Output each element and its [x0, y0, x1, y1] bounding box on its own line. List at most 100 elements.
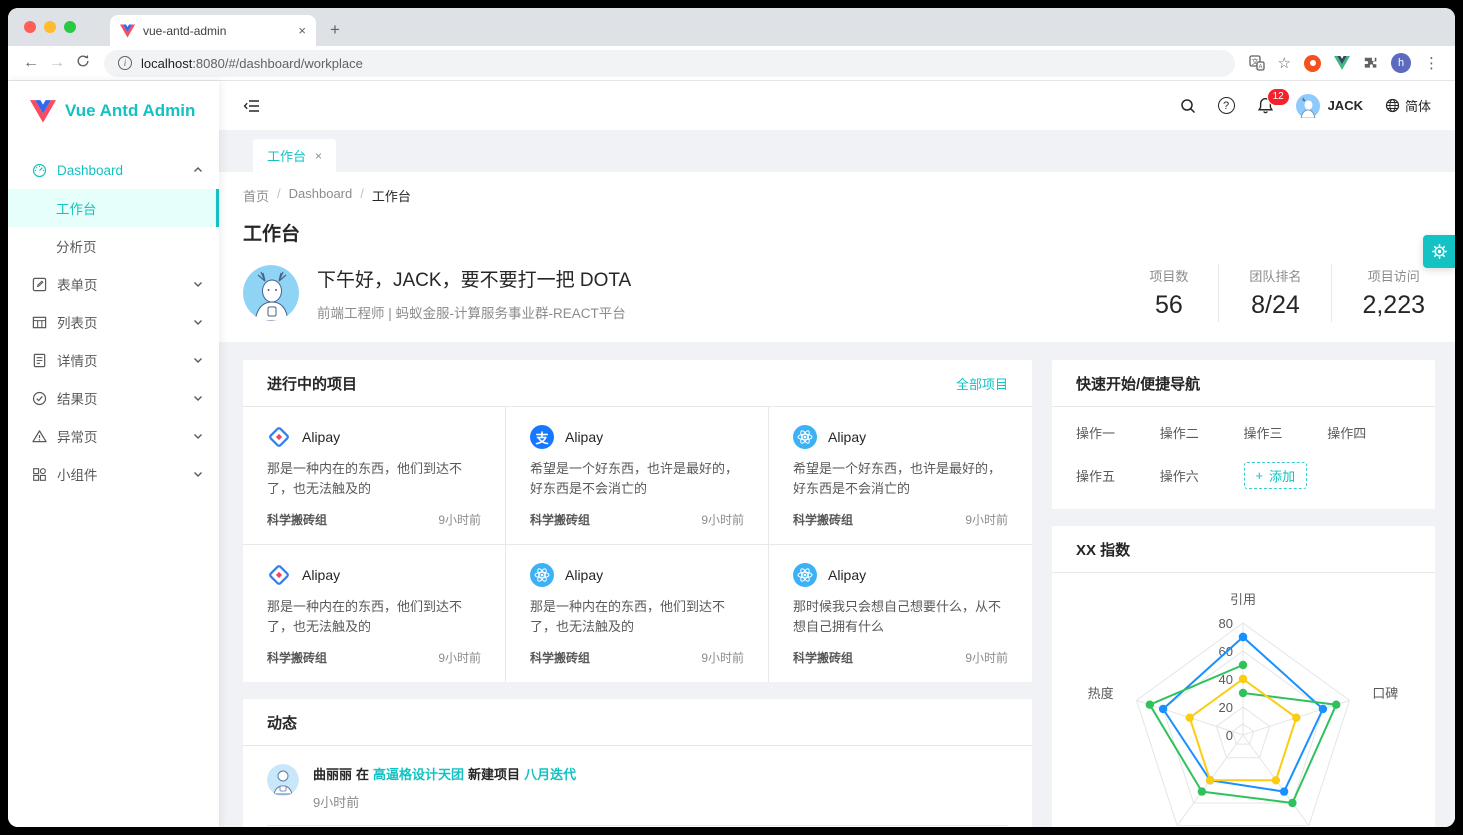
tab-label: 工作台 [267, 146, 306, 165]
project-group-link[interactable]: 科学搬砖组 [793, 511, 853, 528]
bookmark-star-icon[interactable]: ☆ [1278, 54, 1291, 72]
page-info-icon[interactable]: i [118, 56, 132, 70]
close-tab-icon[interactable]: × [298, 23, 306, 38]
new-tab-button[interactable]: + [330, 20, 340, 40]
sidebar-item-exception[interactable]: 异常页 [8, 417, 219, 455]
forward-icon[interactable]: → [44, 54, 70, 72]
sidebar-item-detail[interactable]: 详情页 [8, 341, 219, 379]
quick-link-2[interactable]: 操作二 [1160, 423, 1244, 442]
activity-action: 新建项目 [468, 767, 520, 782]
close-window-button[interactable] [24, 21, 36, 33]
tab-close-icon[interactable]: × [315, 149, 322, 163]
project-card[interactable]: Alipay 那是一种内在的东西，他们到达不了，也无法触及的 科学搬砖组9小时前 [506, 545, 769, 682]
address-bar[interactable]: i localhost:8080/#/dashboard/workplace [104, 50, 1235, 77]
svg-text:80: 80 [1219, 616, 1233, 631]
project-card[interactable]: Alipay 那是一种内在的东西，他们到达不了，也无法触及的 科学搬砖组9小时前 [243, 407, 506, 545]
breadcrumb-section[interactable]: Dashboard [289, 186, 353, 205]
quick-link-5[interactable]: 操作五 [1076, 466, 1160, 485]
quick-link-1[interactable]: 操作一 [1076, 423, 1160, 442]
tab-workplace[interactable]: 工作台 × [253, 139, 336, 172]
app-logo-text: Vue Antd Admin [65, 101, 195, 121]
breadcrumb-separator: / [277, 186, 281, 205]
antd-icon [267, 425, 291, 449]
greeting-title: 下午好，JACK，要不要打一把 DOTA [317, 265, 631, 292]
project-card[interactable]: Alipay 那是一种内在的东西，他们到达不了，也无法触及的 科学搬砖组9小时前 [243, 545, 506, 682]
chevron-down-icon [193, 279, 203, 289]
extension-orange-icon[interactable] [1304, 55, 1321, 72]
activity-target-link[interactable]: 八月迭代 [524, 767, 576, 782]
project-time: 9小时前 [965, 511, 1008, 528]
sidebar-item-form[interactable]: 表单页 [8, 265, 219, 303]
project-group-link[interactable]: 科学搬砖组 [530, 511, 590, 528]
back-icon[interactable]: ← [18, 54, 44, 72]
sidebar-item-label: 详情页 [57, 350, 98, 370]
quick-link-3[interactable]: 操作三 [1244, 423, 1328, 442]
minimize-window-button[interactable] [44, 21, 56, 33]
sidebar-item-list[interactable]: 列表页 [8, 303, 219, 341]
sidebar-item-label: 列表页 [57, 312, 98, 332]
reload-icon[interactable] [70, 54, 96, 73]
quick-link-6[interactable]: 操作六 [1160, 466, 1244, 485]
sidebar-item-result[interactable]: 结果页 [8, 379, 219, 417]
browser-menu-icon[interactable]: ⋮ [1424, 54, 1439, 72]
reload-glyph-icon [76, 54, 90, 68]
project-card[interactable]: Alipay 希望是一个好东西，也许是最好的，好东西是不会消亡的 科学搬砖组9小… [769, 407, 1032, 545]
sidebar-item-analysis[interactable]: 分析页 [8, 227, 219, 265]
project-group-link[interactable]: 科学搬砖组 [267, 649, 327, 666]
project-name[interactable]: Alipay [565, 429, 603, 445]
stat-rank: 团队排名 8/24 [1218, 264, 1331, 322]
sidebar-item-label: 表单页 [57, 274, 98, 294]
project-name[interactable]: Alipay [302, 567, 340, 583]
sidebar: Vue Antd Admin Dashboard 工作台 分析页 表单页 [8, 81, 219, 827]
user-name: JACK [1328, 98, 1363, 113]
all-projects-link[interactable]: 全部项目 [956, 374, 1008, 393]
stat-label: 项目访问 [1362, 266, 1425, 285]
page-content: 进行中的项目 全部项目 Alipay 那是一种内在的东西，他们到达不了，也无法触… [219, 342, 1455, 827]
notification-bell-icon[interactable]: 12 [1257, 97, 1274, 114]
user-avatar [1296, 94, 1320, 118]
settings-button[interactable] [1423, 235, 1455, 268]
translate-icon[interactable]: 文A [1249, 55, 1265, 71]
browser-profile-avatar[interactable]: h [1391, 53, 1411, 73]
menu-fold-icon[interactable] [243, 97, 261, 115]
breadcrumb-home[interactable]: 首页 [243, 186, 269, 205]
svg-text:20: 20 [1219, 700, 1233, 715]
sidebar-item-label: 异常页 [57, 426, 98, 446]
url-text: localhost:8080/#/dashboard/workplace [141, 56, 363, 71]
project-group-link[interactable]: 科学搬砖组 [530, 649, 590, 666]
vue-devtools-icon[interactable] [1334, 56, 1350, 70]
quick-link-4[interactable]: 操作四 [1327, 423, 1411, 442]
project-group-link[interactable]: 科学搬砖组 [267, 511, 327, 528]
activity-user[interactable]: 曲丽丽 [313, 767, 352, 782]
zoom-window-button[interactable] [64, 21, 76, 33]
left-column: 进行中的项目 全部项目 Alipay 那是一种内在的东西，他们到达不了，也无法触… [243, 360, 1032, 827]
activity-team-link[interactable]: 高逼格设计天团 [373, 767, 464, 782]
browser-tab[interactable]: vue-antd-admin × [110, 15, 316, 46]
macos-traffic-lights [8, 8, 96, 46]
browser-tab-title: vue-antd-admin [143, 24, 290, 38]
user-menu[interactable]: JACK [1296, 94, 1363, 118]
add-button[interactable]: + 添加 [1244, 462, 1308, 489]
project-card[interactable]: 支 Alipay 希望是一个好东西，也许是最好的，好东西是不会消亡的 科学搬砖组… [506, 407, 769, 545]
project-name[interactable]: Alipay [565, 567, 603, 583]
sidebar-item-workplace[interactable]: 工作台 [8, 189, 219, 227]
project-name[interactable]: Alipay [828, 567, 866, 583]
sidebar-item-dashboard[interactable]: Dashboard [8, 151, 219, 189]
form-icon [32, 277, 47, 292]
project-name[interactable]: Alipay [302, 429, 340, 445]
project-name[interactable]: Alipay [828, 429, 866, 445]
svg-text:A: A [1258, 64, 1262, 70]
vue-logo-icon [30, 100, 56, 123]
sidebar-item-widgets[interactable]: 小组件 [8, 455, 219, 493]
project-card[interactable]: Alipay 那时候我只会想自己想要什么，从不想自己拥有什么 科学搬砖组9小时前 [769, 545, 1032, 682]
chevron-down-icon [193, 393, 203, 403]
project-group-link[interactable]: 科学搬砖组 [793, 649, 853, 666]
help-icon[interactable]: ? [1218, 97, 1235, 114]
project-time: 9小时前 [438, 649, 481, 666]
browser-window: vue-antd-admin × + ← → i localhost:8080/… [8, 8, 1455, 827]
app-logo[interactable]: Vue Antd Admin [8, 87, 219, 135]
search-icon[interactable] [1180, 98, 1196, 114]
extensions-puzzle-icon[interactable] [1363, 56, 1378, 71]
sidebar-item-label: 分析页 [56, 236, 97, 256]
language-switcher[interactable]: 简体 [1385, 96, 1431, 115]
